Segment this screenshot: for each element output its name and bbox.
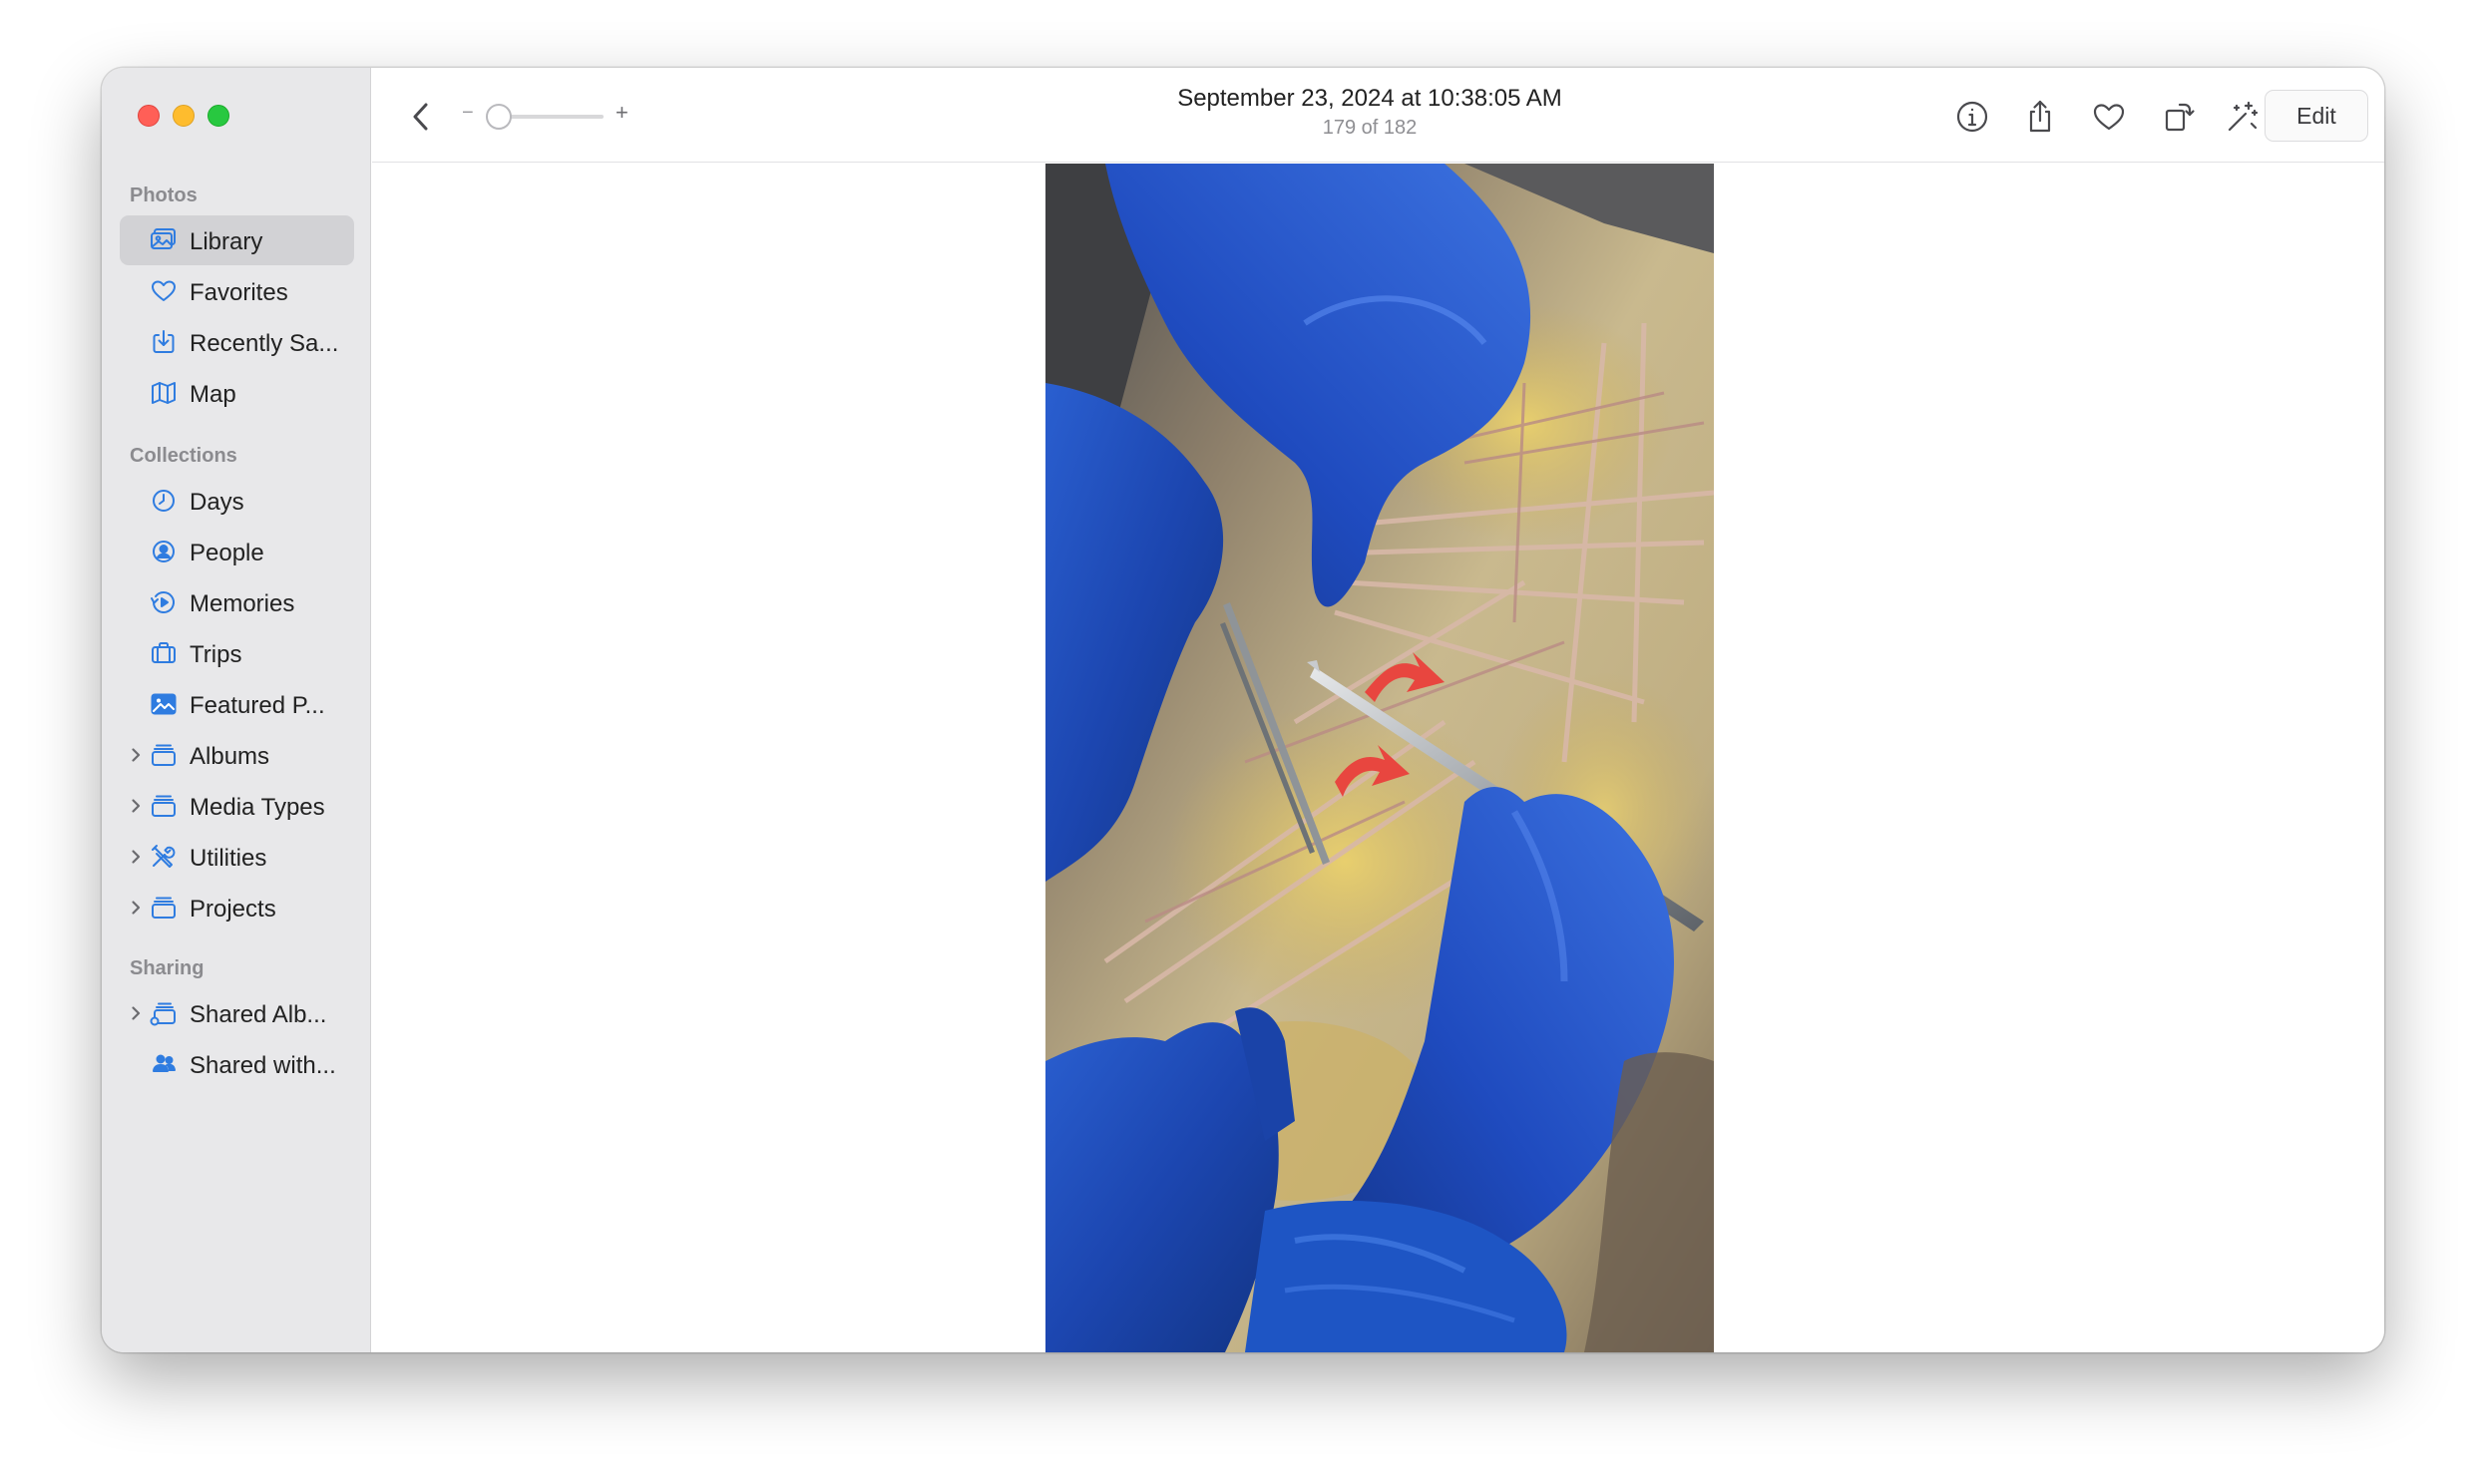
- clock-icon: [153, 490, 175, 512]
- folder-stack-icon: [152, 744, 176, 766]
- photos-window: Photos Library Favorites Recently Sa... …: [102, 68, 2384, 1352]
- sidebar-item-memories[interactable]: Memories: [120, 577, 354, 627]
- sidebar-item-label: Albums: [190, 743, 270, 770]
- sidebar-item-label: Recently Sa...: [190, 330, 339, 357]
- person-circle-icon: [153, 541, 175, 562]
- chevron-right-icon[interactable]: [128, 1005, 144, 1021]
- sidebar-item-featured-photos[interactable]: Featured P...: [120, 679, 354, 729]
- suitcase-icon: [152, 642, 176, 663]
- sidebar-item-albums[interactable]: Albums: [120, 730, 354, 780]
- section-title-sharing: Sharing: [130, 957, 205, 979]
- sidebar-item-label: Shared with...: [190, 1052, 336, 1079]
- sidebar-item-label: Featured P...: [190, 692, 325, 719]
- folder-stack-icon: [152, 897, 176, 919]
- back-chevron-icon[interactable]: [408, 100, 434, 134]
- sidebar-item-media-types[interactable]: Media Types: [120, 781, 354, 831]
- tools-icon: [152, 845, 176, 868]
- window-controls: [138, 105, 229, 127]
- sidebar-item-label: Map: [190, 381, 236, 408]
- photo-icon: [151, 693, 177, 715]
- info-icon[interactable]: [1953, 98, 1991, 136]
- sidebar-item-label: Trips: [190, 641, 242, 668]
- sidebar-item-projects[interactable]: Projects: [120, 883, 354, 932]
- sidebar-item-recently-saved[interactable]: Recently Sa...: [120, 317, 354, 367]
- sidebar-item-label: Favorites: [190, 279, 288, 306]
- sidebar-item-favorites[interactable]: Favorites: [120, 266, 354, 316]
- sidebar-item-library[interactable]: Library: [120, 215, 354, 265]
- share-icon[interactable]: [2021, 98, 2059, 136]
- sidebar-item-utilities[interactable]: Utilities: [120, 832, 354, 882]
- sidebar-item-people[interactable]: People: [120, 527, 354, 576]
- sidebar-item-label: Library: [190, 228, 263, 255]
- zoom-out-icon[interactable]: −: [462, 102, 474, 125]
- library-icon: [151, 228, 176, 249]
- sidebar-item-shared-albums[interactable]: Shared Alb...: [120, 988, 354, 1038]
- heart-icon[interactable]: [2090, 98, 2128, 136]
- toolbar: − + September 23, 2024 at 10:38:05 AM 17…: [372, 68, 2384, 163]
- map-icon: [152, 382, 176, 404]
- shared-people-icon: [153, 1054, 176, 1072]
- sidebar-item-shared-with-you[interactable]: Shared with...: [120, 1039, 354, 1089]
- photo-position-counter: 179 of 182: [1322, 117, 1418, 139]
- minimize-button[interactable]: [173, 105, 195, 127]
- chevron-right-icon[interactable]: [128, 798, 144, 814]
- sidebar-item-map[interactable]: Map: [120, 368, 354, 418]
- sidebar: Photos Library Favorites Recently Sa... …: [102, 68, 371, 1352]
- sidebar-item-label: Memories: [190, 590, 295, 617]
- rotate-icon[interactable]: [2160, 98, 2198, 136]
- sidebar-item-label: Utilities: [190, 845, 267, 872]
- photo-viewer: [372, 164, 2384, 1352]
- section-title-collections: Collections: [130, 445, 237, 467]
- photo-date-title: September 23, 2024 at 10:38:05 AM: [1177, 85, 1562, 112]
- memories-icon: [151, 591, 175, 613]
- sidebar-item-label: Projects: [190, 896, 276, 923]
- sidebar-item-label: People: [190, 540, 264, 566]
- zoom-button[interactable]: [207, 105, 229, 127]
- chevron-right-icon[interactable]: [128, 849, 144, 865]
- photo-title: September 23, 2024 at 10:38:05 AM 179 of…: [971, 85, 1769, 140]
- sidebar-item-days[interactable]: Days: [120, 476, 354, 526]
- sidebar-item-label: Shared Alb...: [190, 1001, 327, 1028]
- sidebar-item-trips[interactable]: Trips: [120, 628, 354, 678]
- chevron-right-icon[interactable]: [128, 747, 144, 763]
- zoom-in-icon[interactable]: +: [616, 100, 628, 126]
- sidebar-item-label: Days: [190, 489, 244, 516]
- close-button[interactable]: [138, 105, 160, 127]
- edit-button[interactable]: Edit: [2265, 90, 2368, 142]
- section-title-photos: Photos: [130, 185, 198, 206]
- folder-stack-icon: [152, 795, 176, 817]
- chevron-right-icon[interactable]: [128, 900, 144, 916]
- shared-album-icon: [150, 1002, 176, 1026]
- magic-wand-icon[interactable]: [2224, 98, 2262, 136]
- sidebar-item-label: Media Types: [190, 794, 325, 821]
- recently-saved-icon: [153, 330, 175, 353]
- heart-icon: [152, 280, 176, 301]
- zoom-slider-thumb[interactable]: [486, 104, 512, 130]
- dissection-photo[interactable]: [1045, 164, 1714, 1352]
